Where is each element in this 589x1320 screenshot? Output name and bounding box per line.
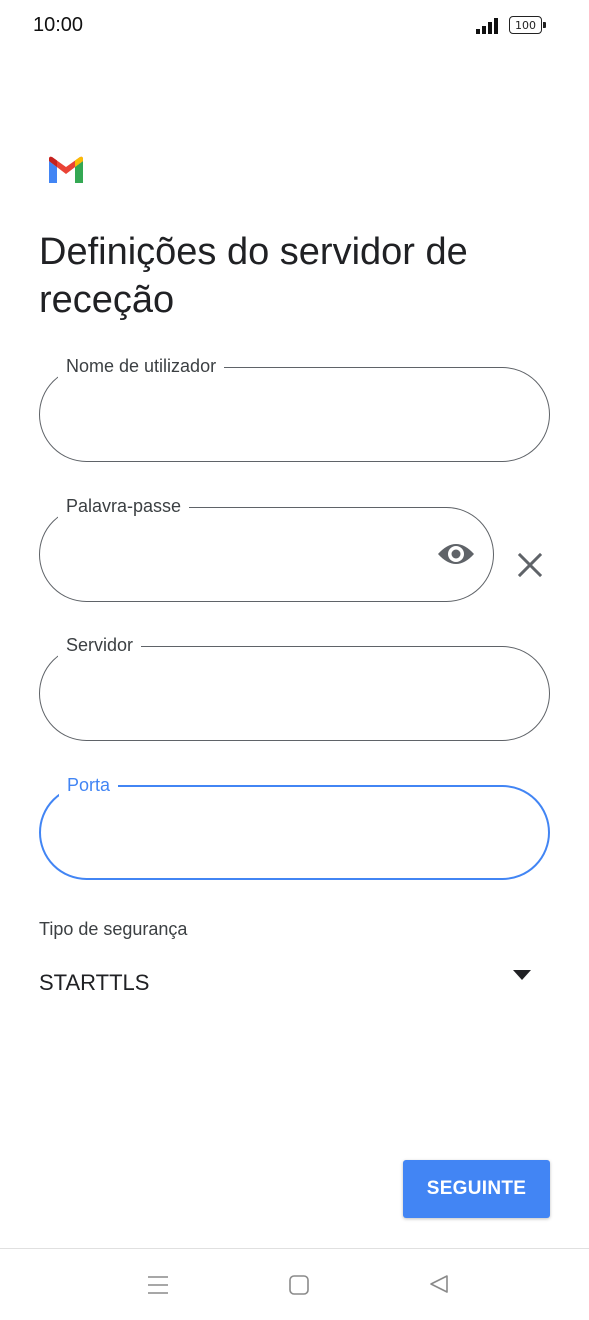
username-label: Nome de utilizador [58,354,225,378]
close-icon[interactable] [516,551,544,579]
username-input[interactable] [66,396,466,432]
status-time: 10:00 [33,14,84,36]
security-type-dropdown[interactable]: STARTTLS [39,960,539,1006]
page-title: Definições do servidor de receção [39,231,468,321]
username-field[interactable]: Nome de utilizador [39,354,550,462]
battery-level: 100 [515,18,536,32]
battery-icon: 100 [509,16,546,34]
password-field[interactable]: Palavra-passe [39,494,494,602]
port-input[interactable] [67,815,467,851]
next-button[interactable]: SEGUINTE [403,1160,550,1218]
navigation-bar [0,1248,589,1320]
password-label: Palavra-passe [58,494,190,518]
gmail-logo-icon [49,156,83,183]
port-label: Porta [59,773,119,797]
security-type-label: Tipo de segurança [39,919,188,939]
port-field[interactable]: Porta [39,773,550,880]
cellular-signal-icon [476,18,498,34]
menu-icon[interactable] [147,1274,169,1296]
dropdown-arrow-icon [513,970,531,980]
security-type-value: STARTTLS [39,970,150,995]
home-icon[interactable] [288,1274,310,1296]
server-field[interactable]: Servidor [39,633,550,741]
server-label: Servidor [58,633,142,657]
server-input[interactable] [66,675,466,711]
back-icon[interactable] [428,1273,450,1295]
eye-icon[interactable] [437,536,475,572]
password-input[interactable] [66,536,466,572]
status-bar: 10:00 100 [0,0,589,56]
